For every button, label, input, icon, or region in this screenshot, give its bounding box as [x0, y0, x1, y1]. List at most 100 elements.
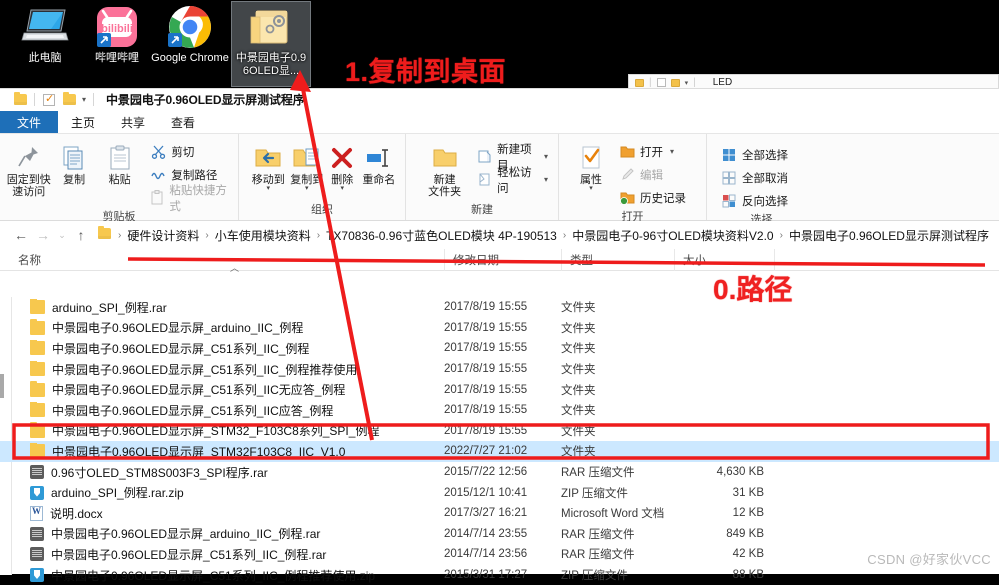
new-folder-icon[interactable]: [59, 91, 79, 109]
file-name-cell[interactable]: 中景园电子0.96OLED显示屏_C51系列_IIC_例程: [0, 339, 444, 357]
properties-icon[interactable]: [39, 91, 59, 109]
table-row[interactable]: 中景园电子0.96OLED显示屏_STM32_F103C8系列_SPI_例程 20…: [0, 421, 999, 442]
breadcrumb-separator: ›: [316, 229, 321, 241]
pin-to-quick-access-button[interactable]: 固定到快 速访问: [6, 138, 51, 198]
recent-locations-button[interactable]: ⌄: [54, 230, 70, 241]
cut-button[interactable]: 剪切: [146, 141, 232, 162]
file-date: 2017/8/19 15:55: [444, 363, 528, 376]
chevron-down-icon[interactable]: ▾: [589, 185, 593, 192]
file-name-cell[interactable]: 中景园电子0.96OLED显示屏_arduino_IIC_例程.rar: [0, 525, 444, 542]
table-row[interactable]: 中景园电子0.96OLED显示屏_C51系列_IIC_例程推荐使用 2017/8/…: [0, 359, 999, 380]
table-row[interactable]: 中景园电子0.96OLED显示屏_STM32F103C8_IIC_V1.0 202…: [0, 441, 999, 462]
button-label: 全部取消: [742, 172, 788, 185]
invert-selection-button[interactable]: 反向选择: [717, 190, 792, 211]
file-type: 文件夹: [561, 302, 596, 315]
file-name-cell[interactable]: arduino_SPI_例程.rar.zip: [0, 484, 444, 501]
column-header-type[interactable]: 类型: [561, 248, 674, 271]
chevron-down-icon[interactable]: ▾: [305, 185, 309, 192]
file-type: 文件夹: [561, 384, 596, 397]
table-row[interactable]: 中景园电子0.96OLED显示屏_C51系列_IIC应答_例程 2017/8/19…: [0, 400, 999, 421]
back-button[interactable]: ←: [10, 227, 32, 243]
file-date: 2017/8/19 15:55: [444, 301, 528, 314]
select-all-icon: [721, 147, 737, 163]
file-name-cell[interactable]: 中景园电子0.96OLED显示屏_STM32F103C8_IIC_V1.0: [0, 442, 444, 460]
desktop-icon-this-pc[interactable]: 此电脑: [6, 2, 84, 86]
table-row[interactable]: 中景园电子0.96OLED显示屏_C51系列_IIC_例程推荐使用.zip 201…: [0, 565, 999, 585]
tab-home[interactable]: 主页: [58, 111, 108, 133]
easy-access-button[interactable]: 轻松访问 ▾: [473, 167, 552, 195]
file-date: 2017/3/27 16:21: [444, 507, 528, 520]
move-to-icon: [254, 142, 282, 174]
breadcrumb-item[interactable]: 硬件设计资料: [124, 227, 202, 244]
rename-button[interactable]: 重命名: [359, 138, 399, 186]
table-row[interactable]: 0.96寸OLED_STM8S003F3_SPI程序.rar 2015/7/22 …: [0, 462, 999, 483]
properties-button[interactable]: 属性 ▾: [571, 138, 611, 192]
paste-button[interactable]: 粘贴: [97, 138, 142, 186]
table-row[interactable]: 中景园电子0.96OLED显示屏_arduino_IIC_例程.rar 2014/…: [0, 524, 999, 545]
chevron-down-icon[interactable]: ▾: [544, 152, 548, 161]
file-name-cell[interactable]: arduino_SPI_例程.rar: [0, 298, 444, 316]
file-date: 2017/8/19 15:55: [444, 424, 528, 437]
open-button[interactable]: 打开 ▾: [615, 141, 690, 162]
file-name-cell[interactable]: 中景园电子0.96OLED显示屏_C51系列_IIC_例程推荐使用: [0, 360, 444, 378]
folder-icon[interactable]: [10, 91, 30, 109]
table-row[interactable]: 说明.docx 2017/3/27 16:21 Microsoft Word 文档 1…: [0, 503, 999, 524]
button-label: 复制: [63, 174, 86, 186]
column-header-name[interactable]: 名称 ︿: [0, 249, 444, 273]
copy-to-button[interactable]: 复制到 ▾: [287, 138, 325, 192]
history-button[interactable]: 历史记录: [615, 187, 690, 208]
file-date: 2017/8/19 15:55: [444, 342, 528, 355]
background-window[interactable]: | ▾ | LED: [628, 74, 999, 88]
paste-shortcut-button[interactable]: 粘贴快捷方式: [146, 185, 232, 213]
easy-access-icon: [477, 172, 492, 188]
copy-button[interactable]: 复制: [51, 138, 96, 186]
file-name-cell[interactable]: 中景园电子0.96OLED显示屏_C51系列_IIC_例程.rar: [0, 546, 444, 563]
chevron-down-icon[interactable]: ▾: [266, 185, 270, 192]
file-name-cell[interactable]: 中景园电子0.96OLED显示屏_C51系列_IIC应答_例程: [0, 401, 444, 419]
tab-share[interactable]: 共享: [108, 111, 158, 133]
desktop-icon-oled-folder[interactable]: 中景园电子0.96OLED显...: [231, 1, 311, 87]
table-row[interactable]: 中景园电子0.96OLED显示屏_C51系列_IIC无应答_例程 2017/8/1…: [0, 379, 999, 400]
tab-file[interactable]: 文件: [0, 111, 59, 133]
ribbon-group-new: 新建 文件夹 新建项目 ▾ 轻松访问 ▾ 新建: [405, 134, 558, 220]
column-header-size[interactable]: 大小: [674, 248, 774, 271]
forward-button[interactable]: →: [32, 227, 54, 243]
table-row[interactable]: arduino_SPI_例程.rar.zip 2015/12/1 10:41 ZIP…: [0, 482, 999, 503]
file-name-cell[interactable]: 中景园电子0.96OLED显示屏_STM32_F103C8系列_SPI_例程: [0, 422, 444, 439]
table-row[interactable]: 中景园电子0.96OLED显示屏_C51系列_IIC_例程.rar 2014/7/…: [0, 544, 999, 565]
chevron-down-icon[interactable]: ▾: [82, 95, 86, 104]
chevron-down-icon[interactable]: ▾: [670, 147, 674, 156]
chevron-down-icon[interactable]: ▾: [544, 175, 548, 184]
table-row[interactable]: 中景园电子0.96OLED显示屏_C51系列_IIC_例程 2017/8/19 1…: [0, 338, 999, 359]
file-name-cell[interactable]: 0.96寸OLED_STM8S003F3_SPI程序.rar: [0, 464, 444, 481]
ribbon-group-label: 新建: [471, 204, 493, 216]
breadcrumb-item[interactable]: TX70836-0.96寸蓝色OLED模块 4P-190513: [323, 227, 560, 244]
button-label: 打开: [640, 146, 663, 159]
table-row[interactable]: arduino_SPI_例程.rar 2017/8/19 15:55 文件夹: [0, 297, 999, 318]
new-folder-button[interactable]: 新建 文件夹: [418, 138, 471, 198]
tab-view[interactable]: 查看: [158, 111, 208, 133]
breadcrumb-item[interactable]: 小车使用模块资料: [212, 227, 314, 244]
breadcrumb-item[interactable]: 中景园电子0.96OLED显示屏测试程序: [786, 227, 991, 244]
edit-button[interactable]: 编辑: [615, 164, 690, 185]
up-button[interactable]: ↑: [70, 227, 92, 243]
desktop-icon-bilibili[interactable]: bilibili 哔哩哔哩: [78, 2, 156, 86]
move-to-button[interactable]: 移动到 ▾: [249, 138, 287, 192]
delete-button[interactable]: 删除 ▾: [326, 138, 359, 192]
file-name-cell[interactable]: 中景园电子0.96OLED显示屏_arduino_IIC_例程: [0, 319, 444, 336]
column-header-date[interactable]: 修改日期: [444, 248, 561, 271]
window-title: 中景园电子0.96OLED显示屏测试程序: [106, 93, 305, 107]
title-bar: ▾ 中景园电子0.96OLED显示屏测试程序: [0, 89, 999, 111]
chevron-down-icon[interactable]: ▾: [341, 185, 345, 192]
folder-icon: [30, 360, 45, 377]
file-name-cell[interactable]: 中景园电子0.96OLED显示屏_C51系列_IIC无应答_例程: [0, 381, 444, 398]
select-none-button[interactable]: 全部取消: [717, 167, 792, 188]
breadcrumb-item[interactable]: 中景园电子0-96寸OLED模块资料V2.0: [569, 227, 776, 244]
select-all-button[interactable]: 全部选择: [717, 144, 792, 165]
desktop-icon-chrome[interactable]: Google Chrome: [148, 2, 232, 86]
breadcrumb[interactable]: › 硬件设计资料 › 小车使用模块资料 › TX70836-0.96寸蓝色OLE…: [98, 224, 991, 246]
table-row[interactable]: 中景园电子0.96OLED显示屏_arduino_IIC_例程 2017/8/19…: [0, 318, 999, 339]
file-name-cell[interactable]: 说明.docx: [0, 505, 444, 522]
rar-icon: [30, 526, 44, 541]
file-name-cell[interactable]: 中景园电子0.96OLED显示屏_C51系列_IIC_例程推荐使用.zip: [0, 567, 444, 584]
